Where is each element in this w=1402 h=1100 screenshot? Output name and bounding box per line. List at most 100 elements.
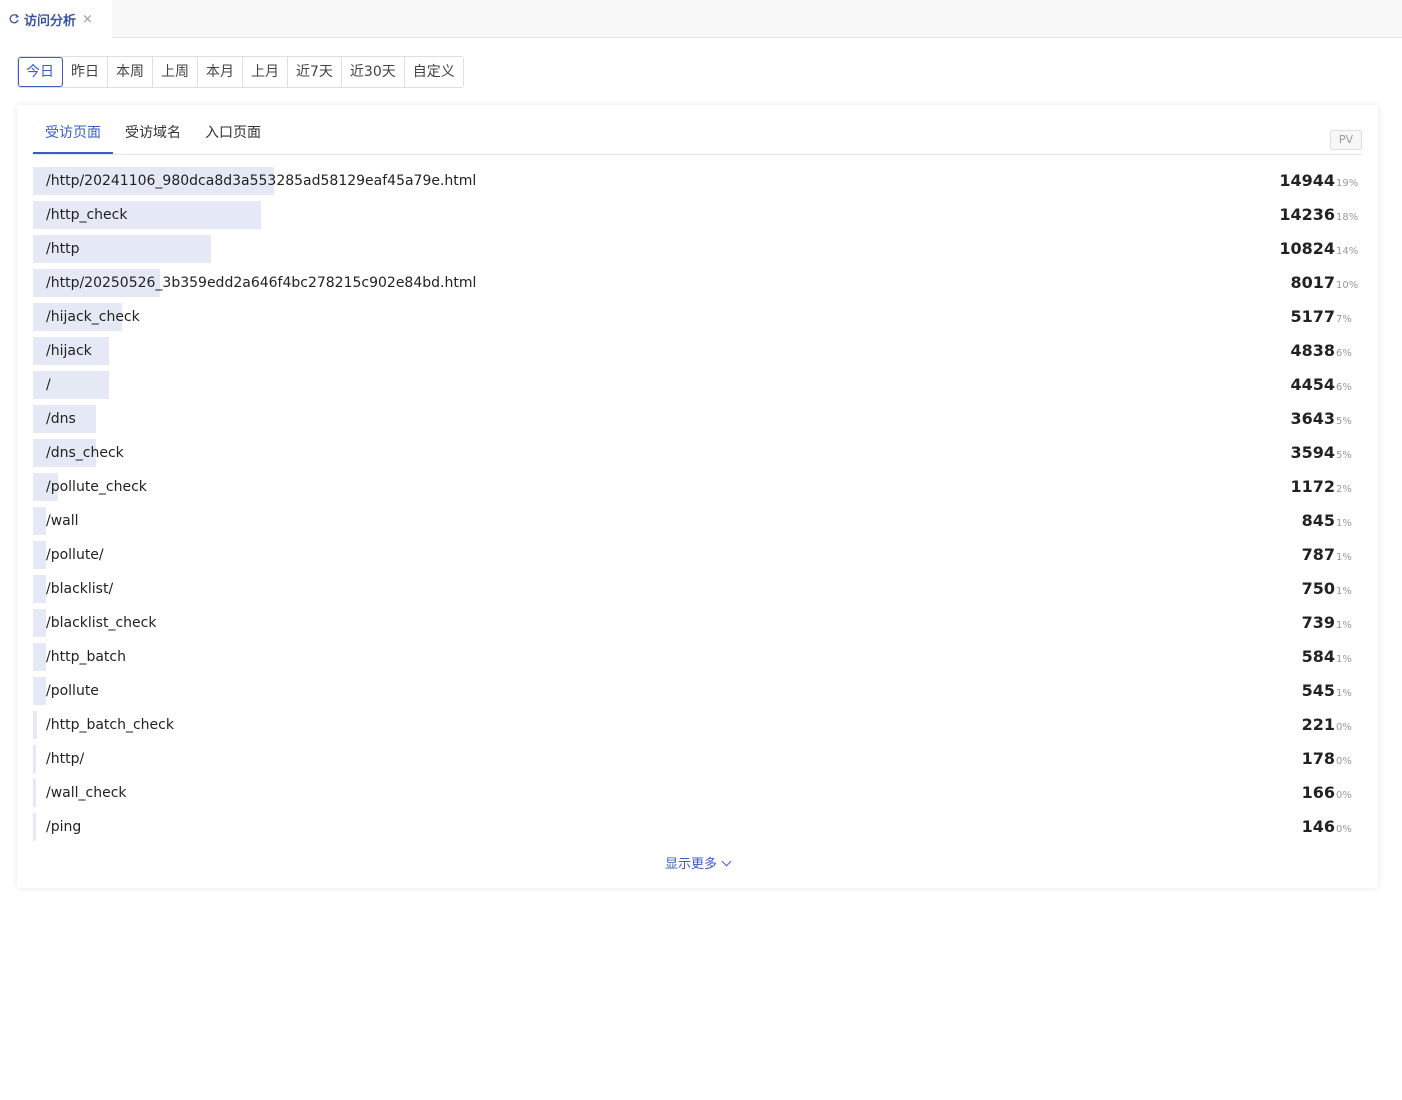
tab-visited-domains[interactable]: 受访域名 <box>125 105 181 154</box>
pv-percent: 19% <box>1336 178 1359 189</box>
row-stats: 1082414% <box>1279 235 1358 263</box>
share-bar <box>33 779 36 807</box>
page-path: /http_batch <box>46 649 126 665</box>
table-row[interactable]: /http_batch_check 2210% <box>33 711 1362 745</box>
share-bar <box>33 609 46 637</box>
pv-percent: 6% <box>1336 382 1352 393</box>
share-bar <box>33 575 46 603</box>
date-option-button[interactable]: 上周 <box>153 57 198 87</box>
table-row[interactable]: /http/20250526_3b359edd2a646f4bc278215c9… <box>33 269 1362 303</box>
page-path: / <box>46 377 51 393</box>
date-option-button[interactable]: 今日 <box>18 57 63 87</box>
table-row[interactable]: /wall 8451% <box>33 507 1362 541</box>
date-option-button[interactable]: 近30天 <box>341 57 405 87</box>
table-row[interactable]: /http_batch 5841% <box>33 643 1362 677</box>
page-path: /http/20250526_3b359edd2a646f4bc278215c9… <box>46 275 477 291</box>
date-option-button[interactable]: 本月 <box>198 57 243 87</box>
page-path: /dns_check <box>46 445 124 461</box>
row-stats: 35945% <box>1290 439 1358 467</box>
table-row[interactable]: /pollute_check 11722% <box>33 473 1362 507</box>
row-stats: 36435% <box>1290 405 1358 433</box>
share-bar <box>33 507 46 535</box>
pv-percent: 18% <box>1336 212 1359 223</box>
page-path: /http_check <box>46 207 128 223</box>
table-row[interactable]: /pollute/7871% <box>33 541 1362 575</box>
page-path: /hijack_check <box>46 309 140 325</box>
table-row[interactable]: /dns 36435% <box>33 405 1362 439</box>
chevron-down-icon <box>721 856 732 867</box>
pv-count: 787 <box>1301 545 1335 564</box>
pv-count: 14944 <box>1279 171 1335 190</box>
table-row[interactable]: /hijack 48386% <box>33 337 1362 371</box>
date-option-button[interactable]: 昨日 <box>63 57 108 87</box>
pv-percent: 1% <box>1336 688 1352 699</box>
table-row[interactable]: /http 1082414% <box>33 235 1362 269</box>
row-stats: 7391% <box>1302 609 1358 637</box>
page-path: /blacklist/ <box>46 581 114 597</box>
share-bar <box>33 371 110 399</box>
page-path: /http_batch_check <box>46 717 174 733</box>
row-stats: 5451% <box>1302 677 1358 705</box>
refresh-icon[interactable] <box>8 13 20 25</box>
pv-percent: 0% <box>1336 824 1352 835</box>
pv-count: 8017 <box>1290 273 1335 292</box>
row-stats: 8451% <box>1302 507 1358 535</box>
pv-count: 5177 <box>1290 307 1335 326</box>
pv-percent: 6% <box>1336 348 1352 359</box>
pv-count: 739 <box>1301 613 1335 632</box>
row-stats: 1423618% <box>1279 201 1358 229</box>
table-row[interactable]: /http/1780% <box>33 745 1362 779</box>
table-row[interactable]: / 44546% <box>33 371 1362 405</box>
row-stats: 7501% <box>1302 575 1358 603</box>
table-row[interactable]: /blacklist_check 7391% <box>33 609 1362 643</box>
pv-count: 3643 <box>1290 409 1335 428</box>
date-option-button[interactable]: 自定义 <box>404 57 463 87</box>
share-bar <box>33 813 36 841</box>
table-row[interactable]: /blacklist/7501% <box>33 575 1362 609</box>
page-path: /hijack <box>46 343 92 359</box>
pv-count: 4454 <box>1290 375 1335 394</box>
pv-percent: 14% <box>1336 246 1359 257</box>
pv-percent: 0% <box>1336 756 1352 767</box>
table-row[interactable]: /wall_check 1660% <box>33 779 1362 813</box>
share-bar <box>33 711 37 739</box>
row-stats: 5841% <box>1302 643 1358 671</box>
share-bar <box>33 745 36 773</box>
table-row[interactable]: /hijack_check 51777% <box>33 303 1362 337</box>
page-path: /pollute_check <box>46 479 147 495</box>
row-stats: 1780% <box>1302 745 1358 773</box>
table-row[interactable]: /dns_check 35945% <box>33 439 1362 473</box>
date-option-button[interactable]: 上月 <box>243 57 288 87</box>
row-stats: 1660% <box>1302 779 1358 807</box>
row-stats: 801710% <box>1290 269 1358 297</box>
page-tab-visit-analysis[interactable]: 访问分析 × <box>0 0 112 38</box>
row-stats: 1494419% <box>1279 167 1358 195</box>
show-more-button[interactable]: 显示更多 <box>17 853 1378 872</box>
page-path: /blacklist_check <box>46 615 157 631</box>
date-option-button[interactable]: 本周 <box>108 57 153 87</box>
table-row[interactable]: /http_check 1423618% <box>33 201 1362 235</box>
pv-percent: 1% <box>1336 518 1352 529</box>
pv-percent: 1% <box>1336 654 1352 665</box>
table-row[interactable]: /http/20241106_980dca8d3a553285ad58129ea… <box>33 167 1362 201</box>
date-option-button[interactable]: 近7天 <box>288 57 342 87</box>
tab-entry-pages[interactable]: 入口页面 <box>205 105 261 154</box>
date-range-group: 今日 昨日 本周 上周 本月 上月 近7天 近30天 自定义 <box>17 56 464 88</box>
table-row[interactable]: /pollute 5451% <box>33 677 1362 711</box>
pv-count: 10824 <box>1279 239 1335 258</box>
page-path: /wall <box>46 513 79 529</box>
tab-visited-pages[interactable]: 受访页面 <box>33 105 113 154</box>
show-more-label: 显示更多 <box>664 857 717 872</box>
table-row[interactable]: /ping 1460% <box>33 813 1362 847</box>
page-path: /dns <box>46 411 76 427</box>
pv-count: 166 <box>1301 783 1335 802</box>
page-list: /http/20241106_980dca8d3a553285ad58129ea… <box>33 167 1362 847</box>
pv-count: 545 <box>1301 681 1335 700</box>
pv-percent: 10% <box>1336 280 1359 291</box>
close-icon[interactable]: × <box>82 12 93 27</box>
pv-percent: 1% <box>1336 620 1352 631</box>
pv-count: 750 <box>1301 579 1335 598</box>
page-path: /pollute <box>46 683 99 699</box>
metric-badge[interactable]: PV <box>1330 130 1362 150</box>
row-stats: 44546% <box>1290 371 1358 399</box>
